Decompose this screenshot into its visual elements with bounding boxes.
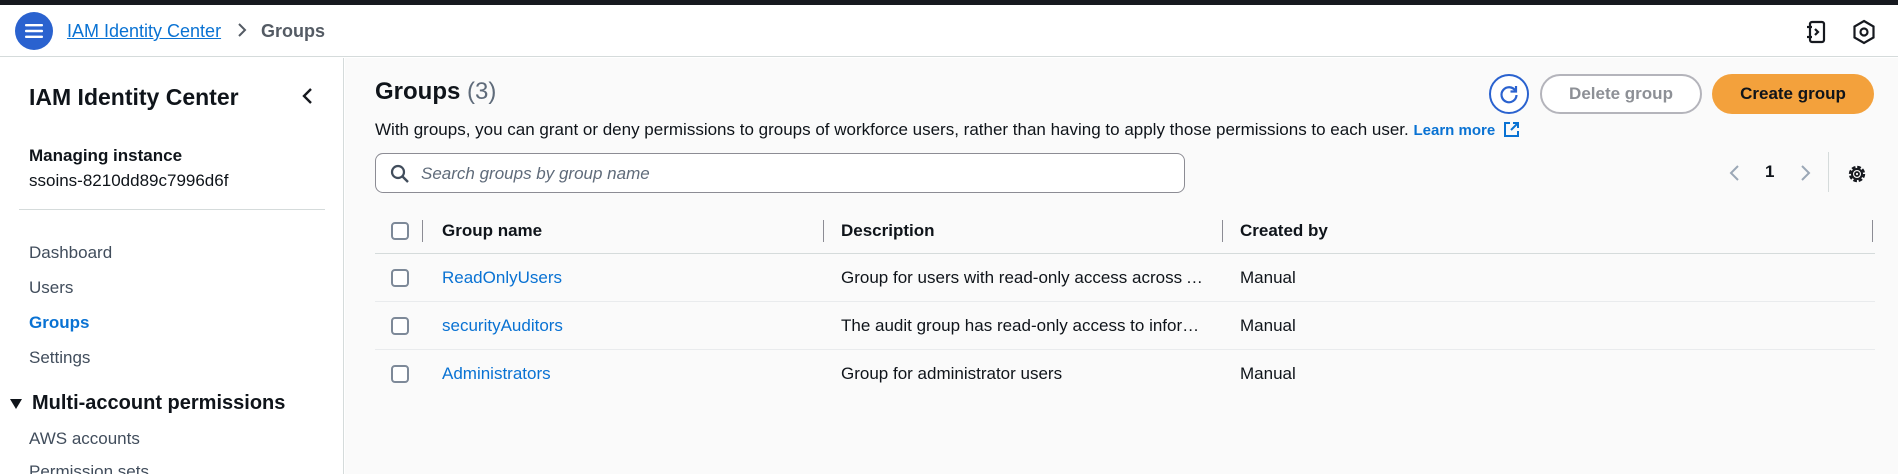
- page-title: Groups (3): [375, 78, 496, 106]
- hamburger-menu-icon: [25, 24, 43, 38]
- group-name-link[interactable]: Administrators: [442, 364, 812, 384]
- select-all-checkbox[interactable]: [391, 222, 409, 240]
- group-name-link[interactable]: securityAuditors: [442, 316, 812, 336]
- group-description: The audit group has read-only access to …: [841, 316, 1211, 335]
- caret-down-icon: [10, 398, 22, 409]
- page-description: With groups, you can grant or deny permi…: [375, 120, 1520, 140]
- managing-instance-label: Managing instance: [29, 146, 183, 165]
- top-bar: IAM Identity Center Groups: [0, 5, 1898, 57]
- table-row: ReadOnlyUsers Group for users with read-…: [375, 254, 1875, 302]
- search-input[interactable]: [421, 162, 1161, 186]
- search-icon: [390, 164, 409, 183]
- notifications-icon[interactable]: [1804, 19, 1830, 45]
- managing-instance-value: ssoins-8210dd89c7996d6f: [29, 171, 229, 190]
- column-header-description[interactable]: Description: [841, 221, 935, 241]
- breadcrumb-root-link[interactable]: IAM Identity Center: [67, 21, 221, 42]
- sidebar-title: IAM Identity Center: [29, 84, 239, 110]
- next-page-icon[interactable]: [1795, 161, 1815, 185]
- breadcrumb-current: Groups: [261, 21, 326, 41]
- column-divider: [422, 220, 423, 242]
- page-description-text: With groups, you can grant or deny permi…: [375, 120, 1409, 139]
- column-divider[interactable]: [1222, 220, 1223, 242]
- column-header-group-name[interactable]: Group name: [442, 221, 542, 241]
- group-created-by: Manual: [1240, 316, 1296, 335]
- sidebar-item-groups[interactable]: Groups: [29, 313, 89, 333]
- learn-more-label: Learn more: [1413, 122, 1496, 139]
- table-row: securityAuditors The audit group has rea…: [375, 302, 1875, 350]
- hamburger-menu-button[interactable]: [15, 12, 53, 50]
- previous-page-icon[interactable]: [1725, 161, 1745, 185]
- sidebar-divider: [19, 209, 325, 210]
- sidebar-item-aws-accounts[interactable]: AWS accounts: [29, 429, 140, 449]
- table-header: Group name Description Created by: [375, 208, 1875, 254]
- page-number[interactable]: 1: [1765, 162, 1774, 182]
- refresh-button[interactable]: [1489, 74, 1529, 114]
- column-divider[interactable]: [823, 220, 824, 242]
- row-checkbox[interactable]: [391, 269, 409, 287]
- column-divider[interactable]: [1872, 220, 1873, 242]
- column-header-created-by[interactable]: Created by: [1240, 221, 1328, 241]
- group-created-by: Manual: [1240, 364, 1296, 383]
- chevron-right-icon: [238, 23, 247, 37]
- table-row: Administrators Group for administrator u…: [375, 350, 1875, 398]
- row-checkbox[interactable]: [391, 365, 409, 383]
- group-description: Group for administrator users: [841, 364, 1063, 383]
- sidebar-item-users[interactable]: Users: [29, 278, 73, 298]
- group-description: Group for users with read-only access ac…: [841, 268, 1211, 287]
- sidebar-item-dashboard[interactable]: Dashboard: [29, 243, 112, 263]
- group-created-by: Manual: [1240, 268, 1296, 287]
- sidebar-section-multi-account[interactable]: Multi-account permissions: [10, 392, 285, 415]
- sidebar: IAM Identity Center Managing instance ss…: [0, 58, 344, 474]
- learn-more-link[interactable]: Learn more: [1414, 122, 1521, 139]
- sidebar-item-permission-sets[interactable]: Permission sets: [29, 462, 149, 474]
- delete-group-button[interactable]: Delete group: [1540, 74, 1702, 114]
- pager-divider: [1828, 152, 1829, 192]
- row-checkbox[interactable]: [391, 317, 409, 335]
- sidebar-item-settings[interactable]: Settings: [29, 348, 90, 368]
- gear-icon[interactable]: [1845, 162, 1869, 186]
- chevron-left-icon[interactable]: [296, 84, 320, 108]
- search-field[interactable]: [375, 153, 1185, 193]
- refresh-icon: [1500, 86, 1518, 104]
- settings-icon[interactable]: [1851, 19, 1877, 45]
- external-link-icon: [1504, 122, 1520, 137]
- main-content: Groups (3) Delete group Create group Wit…: [345, 58, 1898, 474]
- group-name-link[interactable]: ReadOnlyUsers: [442, 268, 812, 288]
- group-count: (3): [467, 78, 497, 105]
- page-title-text: Groups: [375, 78, 461, 105]
- sidebar-section-label: Multi-account permissions: [32, 392, 286, 414]
- create-group-button[interactable]: Create group: [1712, 74, 1874, 114]
- groups-table: Group name Description Created by ReadOn…: [375, 208, 1875, 398]
